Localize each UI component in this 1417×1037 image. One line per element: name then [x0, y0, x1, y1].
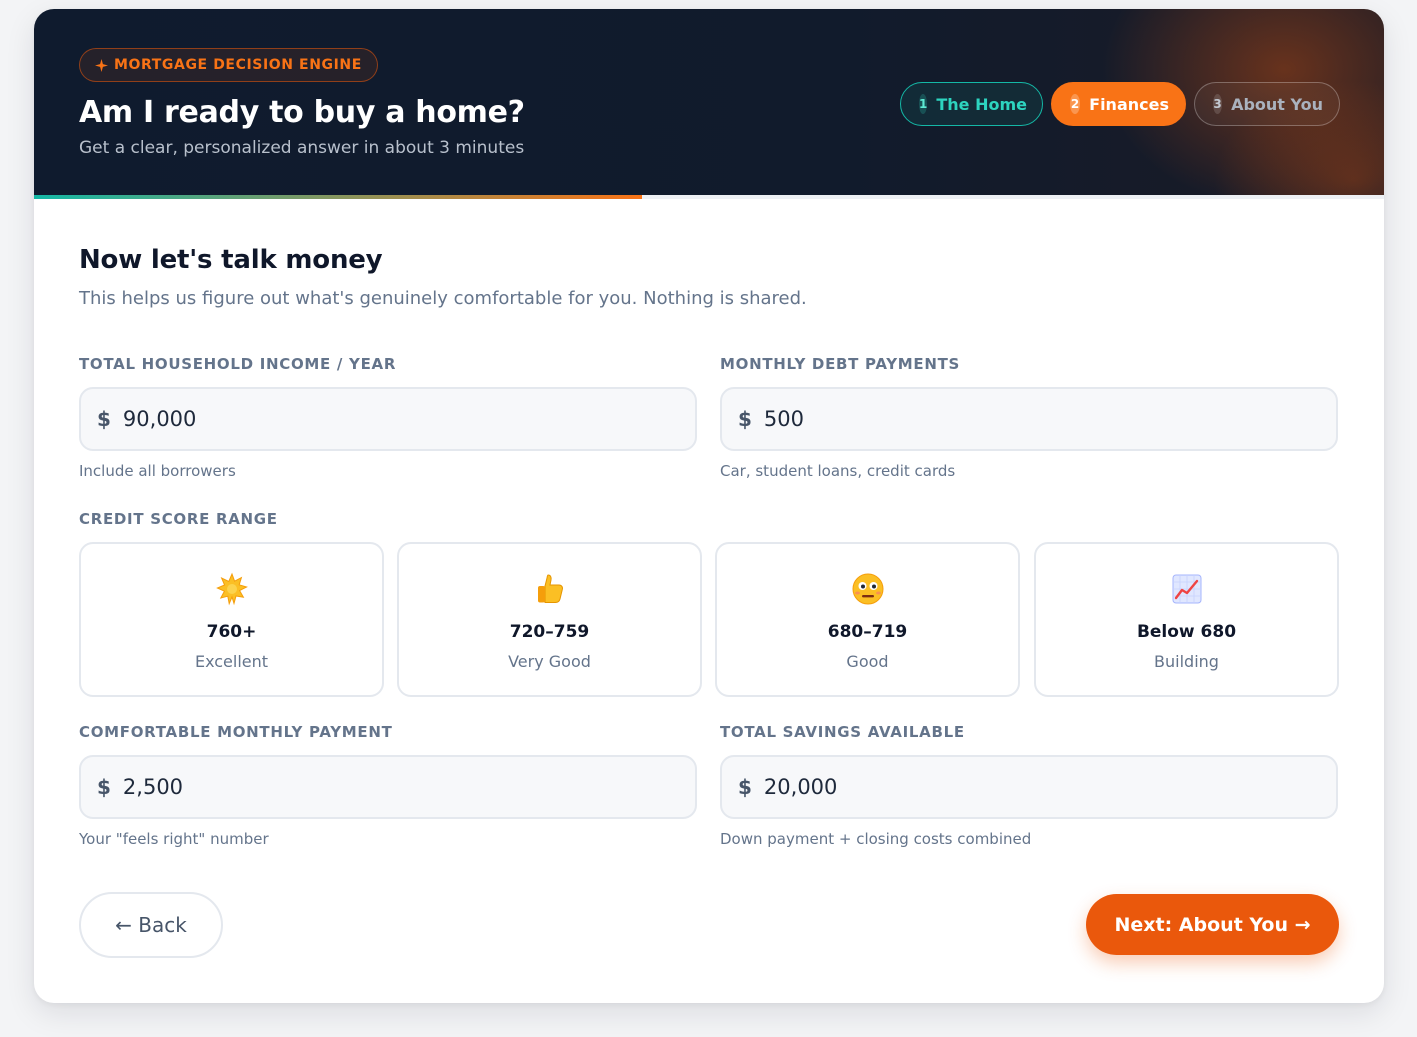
- credit-score-label: CREDIT SCORE RANGE: [79, 510, 278, 528]
- savings-input[interactable]: [763, 775, 1244, 799]
- currency-symbol: $: [97, 775, 111, 799]
- credit-range: Below 680: [1136, 622, 1237, 642]
- credit-range: 680–719: [827, 622, 908, 642]
- step-finances[interactable]: 2 Finances: [1051, 82, 1186, 126]
- income-label: TOTAL HOUSEHOLD INCOME / YEAR: [79, 355, 397, 373]
- sparkle-star-icon: [215, 572, 248, 606]
- payment-field[interactable]: $: [79, 755, 697, 819]
- step-label: About You: [1231, 94, 1323, 114]
- progress-bar: [34, 195, 1384, 199]
- payment-input[interactable]: [122, 775, 603, 799]
- neutral-face-icon: [852, 573, 883, 605]
- credit-range: 760+: [206, 622, 257, 642]
- debt-input[interactable]: [763, 407, 1244, 431]
- credit-option-excellent[interactable]: 760+ Excellent: [79, 542, 384, 697]
- step-label: The Home: [936, 94, 1027, 114]
- credit-option-building[interactable]: Below 680 Building: [1034, 542, 1339, 697]
- debt-label: MONTHLY DEBT PAYMENTS: [720, 355, 961, 373]
- step-about-you[interactable]: 3 About You: [1194, 82, 1340, 126]
- savings-field[interactable]: $: [720, 755, 1338, 819]
- credit-tier: Very Good: [508, 652, 591, 671]
- header-banner: MORTGAGE DECISION ENGINE Am I ready to b…: [34, 9, 1384, 195]
- back-button[interactable]: ← Back: [79, 892, 223, 958]
- sparkle-icon: [95, 58, 108, 72]
- step-number: 1: [919, 94, 928, 114]
- savings-hint: Down payment + closing costs combined: [720, 830, 1032, 848]
- debt-field[interactable]: $: [720, 387, 1338, 451]
- credit-tier: Excellent: [194, 652, 269, 671]
- credit-option-very-good[interactable]: 720–759 Very Good: [397, 542, 702, 697]
- page-subtitle: Get a clear, personalized answer in abou…: [79, 138, 525, 158]
- chart-increasing-icon: [1172, 574, 1201, 604]
- credit-option-good[interactable]: 680–719 Good: [715, 542, 1020, 697]
- step-the-home[interactable]: 1 The Home: [900, 82, 1043, 126]
- currency-symbol: $: [738, 407, 752, 431]
- page-title: Am I ready to buy a home?: [79, 95, 525, 130]
- step-number: 3: [1213, 94, 1223, 114]
- engine-badge: MORTGAGE DECISION ENGINE: [79, 48, 378, 82]
- payment-label: COMFORTABLE MONTHLY PAYMENT: [79, 723, 393, 741]
- section-subtitle: This helps us figure out what's genuinel…: [79, 288, 807, 309]
- step-label: Finances: [1089, 94, 1169, 114]
- next-button[interactable]: Next: About You →: [1086, 894, 1339, 955]
- payment-hint: Your "feels right" number: [79, 830, 269, 848]
- step-number: 2: [1070, 94, 1081, 114]
- step-indicator: 1 The Home 2 Finances 3 About You: [900, 82, 1340, 126]
- currency-symbol: $: [738, 775, 752, 799]
- thumbs-up-icon: [537, 574, 563, 603]
- progress-bar-fill: [34, 195, 642, 199]
- credit-tier: Good: [846, 652, 889, 671]
- income-field[interactable]: $: [79, 387, 697, 451]
- credit-tier: Building: [1154, 652, 1219, 671]
- income-hint: Include all borrowers: [79, 462, 236, 480]
- income-input[interactable]: [122, 407, 603, 431]
- finances-form-card: MORTGAGE DECISION ENGINE Am I ready to b…: [34, 9, 1384, 1003]
- savings-label: TOTAL SAVINGS AVAILABLE: [720, 723, 965, 741]
- section-title: Now let's talk money: [79, 245, 383, 275]
- currency-symbol: $: [97, 407, 111, 431]
- credit-range: 720–759: [509, 622, 590, 642]
- engine-badge-label: MORTGAGE DECISION ENGINE: [114, 57, 362, 73]
- debt-hint: Car, student loans, credit cards: [720, 462, 956, 480]
